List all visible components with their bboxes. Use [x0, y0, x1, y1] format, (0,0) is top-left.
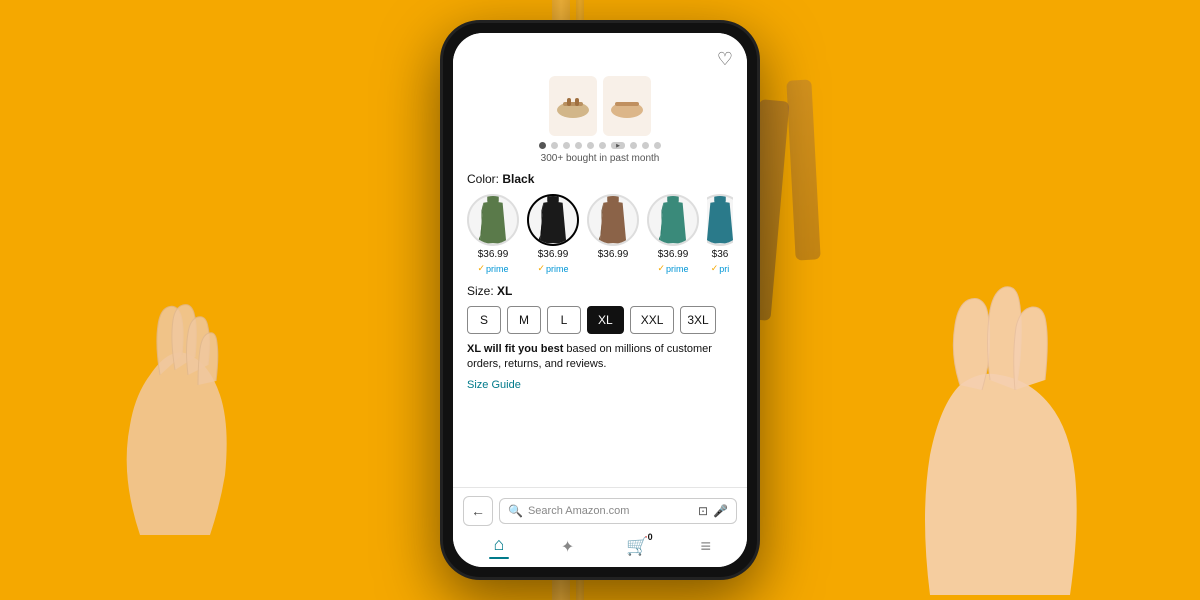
swatch-teal2[interactable]: $36 ✓pri	[707, 194, 733, 274]
nav-tab-home[interactable]: ⌂	[481, 532, 517, 561]
swatch-teal-prime: ✓prime	[657, 263, 688, 274]
swatch-black[interactable]: $36.99 ✓prime	[527, 194, 579, 274]
size-btn-3xl[interactable]: 3XL	[680, 306, 715, 334]
swatch-black-prime: ✓prime	[537, 263, 568, 274]
swatch-black-price: $36.99	[538, 249, 569, 260]
swatch-circle-black	[527, 194, 579, 246]
size-btn-m[interactable]: M	[507, 306, 541, 334]
color-swatches: $36.99 ✓prime $36.99 ✓p	[467, 194, 733, 274]
product-thumb-2[interactable]	[603, 76, 651, 136]
size-guide-link[interactable]: Size Guide	[467, 379, 733, 391]
product-images-row	[467, 76, 733, 136]
swatch-teal2-prime: ✓pri	[711, 263, 730, 274]
ai-icon: ✦	[561, 537, 574, 557]
size-btn-l[interactable]: L	[547, 306, 581, 334]
dot-8	[630, 142, 637, 149]
product-thumb-sandal[interactable]	[549, 76, 597, 136]
bottom-bar: ← 🔍 Search Amazon.com ⊡ 🎤 ⌂ ✦	[453, 487, 747, 567]
dot-4	[575, 142, 582, 149]
bought-badge: 300+ bought in past month	[467, 153, 733, 164]
search-icon: 🔍	[508, 504, 523, 518]
swatch-teal-price: $36.99	[658, 249, 689, 260]
size-btn-s[interactable]: S	[467, 306, 501, 334]
nav-tab-menu[interactable]: ≡	[693, 534, 720, 559]
nav-tabs: ⌂ ✦ 🛒0 ≡	[463, 532, 737, 561]
nav-tab-cart[interactable]: 🛒0	[618, 534, 656, 559]
swatch-green[interactable]: $36.99 ✓prime	[467, 194, 519, 274]
fit-text: XL will fit you best based on millions o…	[467, 342, 733, 373]
back-button[interactable]: ←	[463, 496, 493, 526]
cart-count: 0	[648, 532, 653, 542]
dot-6	[599, 142, 606, 149]
home-icon: ⌂	[494, 534, 505, 555]
search-placeholder: Search Amazon.com	[528, 505, 693, 517]
nav-tab-ai[interactable]: ✦	[553, 535, 582, 559]
cart-icon: 🛒0	[626, 536, 648, 557]
search-input-wrap[interactable]: 🔍 Search Amazon.com ⊡ 🎤	[499, 498, 737, 524]
swatch-circle-brown	[587, 194, 639, 246]
swatch-circle-green	[467, 194, 519, 246]
swatch-brown[interactable]: $36.99 ‌	[587, 194, 639, 274]
swatch-circle-teal	[647, 194, 699, 246]
search-bar: ← 🔍 Search Amazon.com ⊡ 🎤	[463, 496, 737, 526]
size-label: Size: XL	[467, 284, 733, 298]
dot-9	[642, 142, 649, 149]
size-btn-xxl[interactable]: XXL	[630, 306, 675, 334]
dot-5	[587, 142, 594, 149]
mic-icon[interactable]: 🎤	[713, 504, 728, 518]
dot-10	[654, 142, 661, 149]
menu-icon: ≡	[701, 536, 712, 557]
right-hand	[900, 215, 1140, 600]
left-hand	[80, 275, 260, 540]
dot-2	[551, 142, 558, 149]
top-bar: ♡	[467, 45, 733, 76]
camera-icon[interactable]: ⊡	[698, 504, 708, 518]
swatch-green-prime: ✓prime	[477, 263, 508, 274]
phone: ♡	[440, 20, 760, 580]
wishlist-icon[interactable]: ♡	[717, 49, 733, 70]
size-buttons: S M L XL XXL 3XL	[467, 306, 733, 334]
swatch-teal[interactable]: $36.99 ✓prime	[647, 194, 699, 274]
swatch-circle-teal2	[707, 194, 733, 246]
screen-content: ♡	[453, 33, 747, 487]
swatch-teal2-price: $36	[712, 249, 729, 260]
size-btn-xl[interactable]: XL	[587, 306, 624, 334]
swatch-green-price: $36.99	[478, 249, 509, 260]
dot-play: ▶	[611, 142, 625, 149]
swatch-brown-price: $36.99	[598, 249, 629, 260]
phone-screen: ♡	[453, 33, 747, 567]
dot-3	[563, 142, 570, 149]
carousel-dots: ▶	[467, 142, 733, 149]
dot-1	[539, 142, 546, 149]
scene: ♡	[0, 0, 1200, 600]
color-label: Color: Black	[467, 172, 733, 186]
